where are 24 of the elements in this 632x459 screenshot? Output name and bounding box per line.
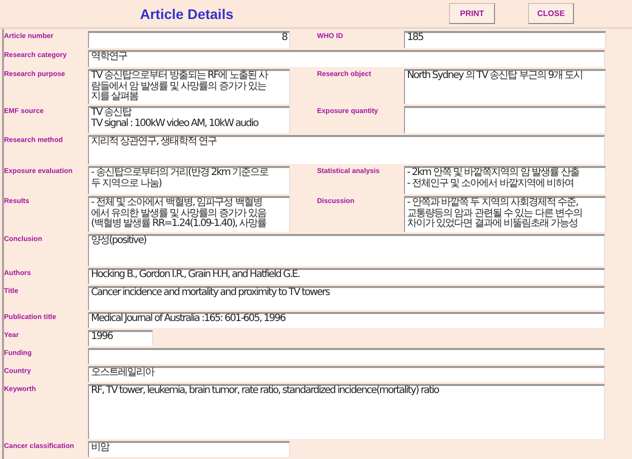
text-field[interactable]: 8 [88, 31, 290, 48]
text-field[interactable]: TV 송신탑 TV signal : 100kW video AM, 10kW audio [88, 106, 290, 133]
text-field[interactable]: 185 [404, 31, 606, 48]
page-title: Article Details [140, 6, 234, 22]
text-field[interactable]: Medical Journal of Australia :165: 601-605, 1996 [88, 312, 605, 328]
text-field[interactable]: RF, TV tower, leukemia, brain tumor, rate ratio, standardized incidence(mortality) ratio [88, 384, 605, 439]
text-field[interactable]: 오스트레일리아 [88, 366, 605, 382]
text-field[interactable]: North Sydney 의 TV 송신탑 부근의 9개 도시 [404, 69, 606, 104]
text-field[interactable]: 1996 [88, 330, 153, 346]
text-field[interactable]: - 전체 및 소아에서 백혈병, 임파구성 백혈병 에서 유의한 발생률 및 사망률의 증가가 있음 (백혈병 발생률 RR=1.24(1.09-1.40), 사망률 [88, 196, 290, 232]
text-field[interactable]: 역학연구 [88, 50, 605, 67]
text-field[interactable] [88, 348, 605, 364]
print-button[interactable]: PRINT [449, 3, 495, 24]
text-field[interactable]: - 송신탑으로부터의 거리(반경 2km 기준으로 두 지역으로 나눔) [88, 166, 290, 194]
text-field[interactable]: 비암 [88, 441, 290, 457]
text-field[interactable]: 지리적 상관연구, 생태학적 연구 [88, 135, 605, 164]
text-field[interactable]: - 안쪽과 바깥쪽 두 지역의 사회경제적 수준, 교통량등의 암과 관련될 수 있는 다른 변수의 차이가 있었다면 결과에 비뚤림초래 가능성 [404, 196, 606, 232]
close-button[interactable]: CLOSE [528, 3, 574, 24]
text-field[interactable]: Cancer incidence and mortality and proximity to TV towers [88, 286, 605, 310]
text-field[interactable]: Hocking B., Gordon I.R., Grain H.H, and Hatfield G.E. [88, 268, 605, 284]
text-field[interactable]: TV 송신탑으로부터 방출되는 RF에 노출된 사 람들에서 암 발생률 및 사망률의 증가가 있는 지를 살펴봄 [88, 69, 290, 104]
text-field[interactable]: - 2km 안쪽 및 바깥쪽지역의 암 발생률 산출 - 전체인구 및 소아에서 바깥지역에 비하여 [404, 166, 606, 194]
text-field[interactable]: 양성(positive) [88, 234, 605, 266]
text-field[interactable] [404, 106, 606, 133]
